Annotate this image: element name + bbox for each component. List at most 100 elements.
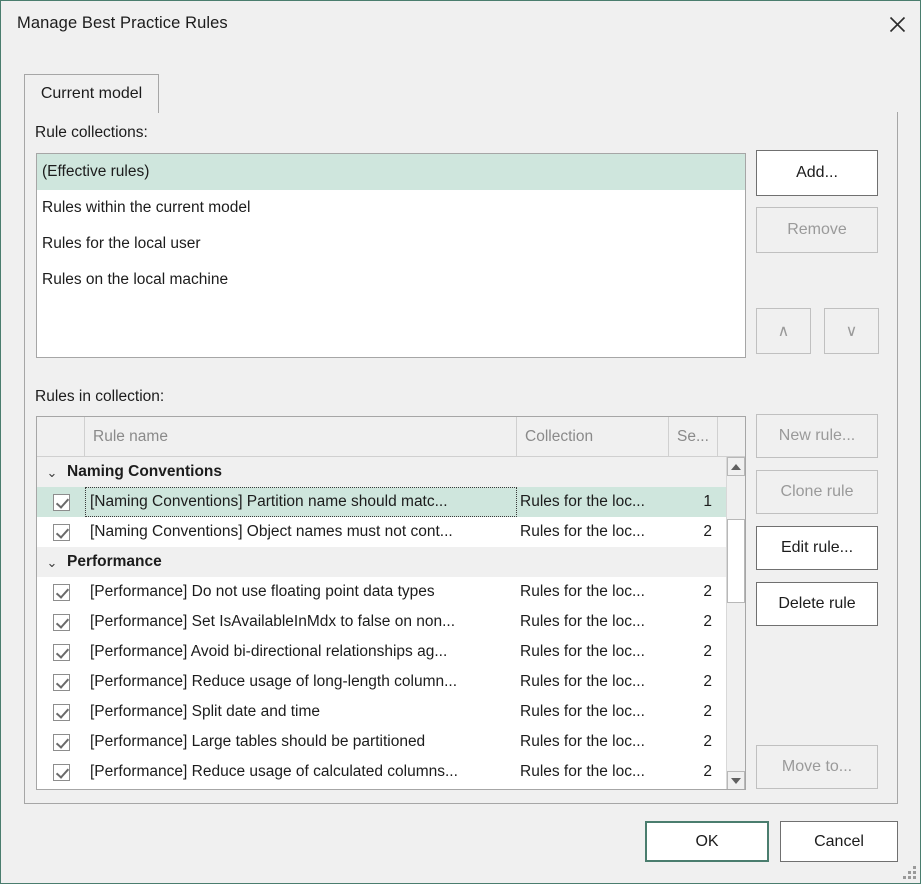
delete-rule-button[interactable]: Delete rule (756, 582, 878, 626)
scrollbar-thumb[interactable] (727, 519, 745, 603)
manage-best-practice-rules-dialog: Manage Best Practice Rules Current model… (0, 0, 921, 884)
rule-collections-label: Rule collections: (35, 124, 148, 142)
remove-collection-button[interactable]: Remove (756, 207, 878, 253)
move-up-button[interactable]: ∧ (756, 308, 811, 354)
group-row-performance[interactable]: ⌄ Performance (37, 547, 727, 577)
table-row[interactable]: [Performance] Reduce usage of long-lengt… (37, 667, 727, 697)
table-row[interactable]: [Performance] Large tables should be par… (37, 727, 727, 757)
chevron-up-icon: ∧ (778, 321, 790, 341)
rule-severity-cell[interactable]: 2 (669, 697, 718, 727)
rule-checkbox[interactable] (37, 607, 85, 637)
table-row[interactable]: [Performance] Reduce usage of calculated… (37, 757, 727, 787)
checkbox-checked-icon (53, 734, 70, 751)
rule-name-cell[interactable]: [Performance] Set IsAvailableInMdx to fa… (85, 607, 517, 637)
table-row[interactable]: [Performance] Avoid bi-directional relat… (37, 637, 727, 667)
edit-rule-button[interactable]: Edit rule... (756, 526, 878, 570)
rule-checkbox[interactable] (37, 637, 85, 667)
rule-collection-cell[interactable]: Rules for the loc... (517, 637, 669, 667)
move-to-button[interactable]: Move to... (756, 745, 878, 789)
rule-checkbox[interactable] (37, 727, 85, 757)
collection-item-label: (Effective rules) (42, 163, 149, 181)
add-collection-button[interactable]: Add... (756, 150, 878, 196)
checkbox-checked-icon (53, 764, 70, 781)
rule-collection-cell[interactable]: Rules for the loc... (517, 727, 669, 757)
collection-item-effective-rules[interactable]: (Effective rules) (37, 154, 745, 190)
rule-severity-cell[interactable]: 2 (669, 637, 718, 667)
rule-severity-cell[interactable]: 2 (669, 517, 718, 547)
rule-severity-cell[interactable]: 1 (669, 487, 718, 517)
rule-name-cell[interactable]: [Performance] Large tables should be par… (85, 727, 517, 757)
table-row[interactable]: [Performance] Set IsAvailableInMdx to fa… (37, 607, 727, 637)
ok-button[interactable]: OK (645, 821, 769, 862)
chevron-down-icon[interactable]: ⌄ (37, 556, 67, 569)
rules-grid-header: Rule name Collection Se... (37, 417, 745, 457)
tab-current-model[interactable]: Current model (24, 74, 159, 113)
rule-collection-cell[interactable]: Rules for the loc... (517, 697, 669, 727)
collection-item-local-machine[interactable]: Rules on the local machine (37, 262, 745, 298)
group-row-naming-conventions[interactable]: ⌄ Naming Conventions (37, 457, 727, 487)
rule-name-cell[interactable]: [Performance] Avoid bi-directional relat… (85, 637, 517, 667)
new-rule-button[interactable]: New rule... (756, 414, 878, 458)
rule-checkbox[interactable] (37, 517, 85, 547)
column-header-severity[interactable]: Se... (669, 417, 718, 456)
rules-in-collection-label: Rules in collection: (35, 388, 164, 406)
chevron-down-icon: ∨ (846, 321, 858, 341)
rule-name-cell[interactable]: [Performance] Reduce usage of calculated… (85, 757, 517, 787)
cancel-button[interactable]: Cancel (780, 821, 898, 862)
scroll-up-arrow-icon (731, 464, 741, 470)
move-down-button[interactable]: ∨ (824, 308, 879, 354)
rule-severity-cell[interactable]: 2 (669, 667, 718, 697)
rule-name-cell[interactable]: [Naming Conventions] Object names must n… (85, 517, 517, 547)
rule-checkbox[interactable] (37, 487, 85, 517)
rule-checkbox[interactable] (37, 757, 85, 787)
rule-checkbox[interactable] (37, 697, 85, 727)
rule-severity-cell[interactable]: 2 (669, 577, 718, 607)
resize-grip[interactable] (902, 865, 916, 879)
chevron-down-icon[interactable]: ⌄ (37, 466, 67, 479)
column-header-severity-label: Se... (677, 428, 709, 446)
rule-collection-cell[interactable]: Rules for the loc... (517, 757, 669, 787)
table-row[interactable]: [Performance] Split date and time Rules … (37, 697, 727, 727)
scroll-up-button[interactable] (727, 457, 745, 476)
table-row[interactable]: [Naming Conventions] Object names must n… (37, 517, 727, 547)
clone-rule-button[interactable]: Clone rule (756, 470, 878, 514)
rules-grid[interactable]: Rule name Collection Se... ⌄ Naming Conv… (36, 416, 746, 790)
group-row-label: Naming Conventions (67, 463, 222, 481)
column-header-checkbox[interactable] (37, 417, 85, 456)
collection-item-local-user[interactable]: Rules for the local user (37, 226, 745, 262)
rule-severity-cell[interactable]: 2 (669, 607, 718, 637)
collection-item-label: Rules within the current model (42, 199, 251, 217)
rule-severity-cell[interactable]: 2 (669, 757, 718, 787)
rule-severity-cell[interactable]: 2 (669, 727, 718, 757)
rule-checkbox[interactable] (37, 667, 85, 697)
cancel-button-label: Cancel (814, 833, 864, 851)
rule-collections-list[interactable]: (Effective rules) Rules within the curre… (36, 153, 746, 358)
rule-collection-cell[interactable]: Rules for the loc... (517, 517, 669, 547)
clone-rule-button-label: Clone rule (781, 483, 854, 501)
rule-collection-cell[interactable]: Rules for the loc... (517, 487, 669, 517)
delete-rule-button-label: Delete rule (778, 595, 855, 613)
edit-rule-button-label: Edit rule... (781, 539, 853, 557)
close-button[interactable] (874, 1, 920, 48)
rule-collection-cell[interactable]: Rules for the loc... (517, 577, 669, 607)
close-icon (889, 16, 906, 33)
rule-name-cell[interactable]: [Performance] Do not use floating point … (85, 577, 517, 607)
column-header-rule-name[interactable]: Rule name (85, 417, 517, 456)
rules-grid-scrollbar[interactable] (726, 457, 745, 790)
checkbox-checked-icon (53, 494, 70, 511)
column-header-collection[interactable]: Collection (517, 417, 669, 456)
table-row[interactable]: [Performance] Do not use floating point … (37, 577, 727, 607)
rule-checkbox[interactable] (37, 577, 85, 607)
rule-name-cell[interactable]: [Naming Conventions] Partition name shou… (85, 487, 517, 517)
checkbox-checked-icon (53, 704, 70, 721)
title-bar: Manage Best Practice Rules (1, 1, 920, 49)
rules-grid-body: ⌄ Naming Conventions [Naming Conventions… (37, 457, 745, 790)
checkbox-checked-icon (53, 614, 70, 631)
rule-name-cell[interactable]: [Performance] Split date and time (85, 697, 517, 727)
scroll-down-button[interactable] (727, 771, 745, 790)
table-row[interactable]: [Naming Conventions] Partition name shou… (37, 487, 727, 517)
rule-collection-cell[interactable]: Rules for the loc... (517, 667, 669, 697)
rule-collection-cell[interactable]: Rules for the loc... (517, 607, 669, 637)
collection-item-current-model[interactable]: Rules within the current model (37, 190, 745, 226)
rule-name-cell[interactable]: [Performance] Reduce usage of long-lengt… (85, 667, 517, 697)
